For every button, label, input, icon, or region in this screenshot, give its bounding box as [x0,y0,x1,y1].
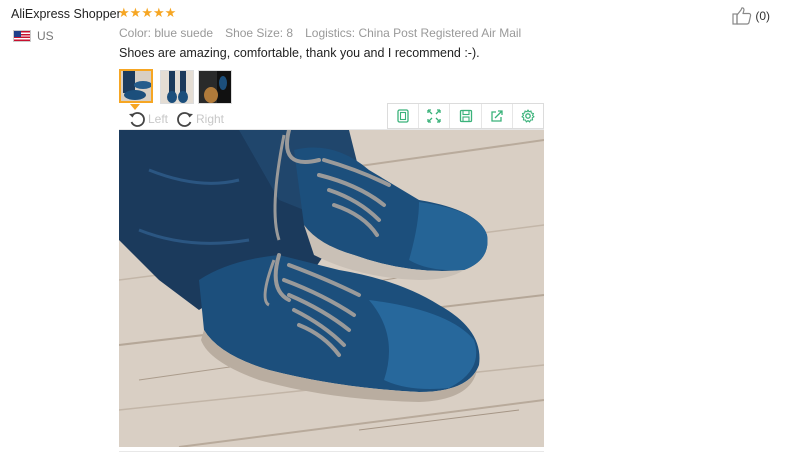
rotate-left-label: Left [148,112,169,126]
thumbnail-image [161,71,193,103]
settings-icon [521,109,535,123]
thumbnail-image [121,71,151,101]
star-icon: ★ [152,5,165,20]
fullscreen-button[interactable] [419,104,451,128]
rotate-right-label: Right [196,112,225,126]
settings-button[interactable] [513,104,543,128]
thumbnail-1[interactable] [119,69,153,103]
image-toolbar [387,103,544,129]
reviewer-name: AliExpress Shopper [11,7,121,21]
thumbnail-2[interactable] [160,70,194,104]
rotate-left-icon [129,112,145,127]
rotate-left-button[interactable]: Left [128,111,168,127]
review-photo[interactable] [119,130,544,447]
fullscreen-icon [427,109,441,123]
reviewer-country: US [13,29,54,43]
us-flag-icon [13,30,31,42]
fit-screen-icon [397,109,409,123]
star-icon: ★ [141,5,153,20]
rotate-right-button[interactable]: Right [176,111,224,127]
thumbnail-image [199,71,231,103]
photo-bottom-border [119,447,544,452]
share-button[interactable] [482,104,513,128]
meta-color: Color: blue suede [119,26,214,40]
meta-logistics: Logistics: China Post Registered Air Mai… [305,26,522,40]
share-icon [491,110,503,122]
review-photo-image [119,130,544,447]
active-thumbnail-indicator [130,104,140,110]
like-button[interactable]: (0) [732,7,770,25]
rotate-right-icon [177,112,193,127]
fit-screen-button[interactable] [388,104,420,128]
thumbnail-3[interactable] [198,70,232,104]
meta-shoe-size: Shoe Size: 8 [225,26,294,40]
star-icon: ★ [164,5,177,20]
thumbs-up-icon [732,7,752,25]
star-icon: ★ [129,5,142,20]
review-meta: Color: blue suede Shoe Size: 8 Logistics… [119,26,521,40]
save-icon [459,109,472,123]
star-icon: ★ [118,5,130,20]
review-text: Shoes are amazing, comfortable, thank yo… [119,46,480,60]
country-label: US [37,29,54,43]
star-rating: ★ ★ ★ ★ ★ [118,6,176,20]
save-button[interactable] [450,104,482,128]
like-count: (0) [755,9,770,23]
